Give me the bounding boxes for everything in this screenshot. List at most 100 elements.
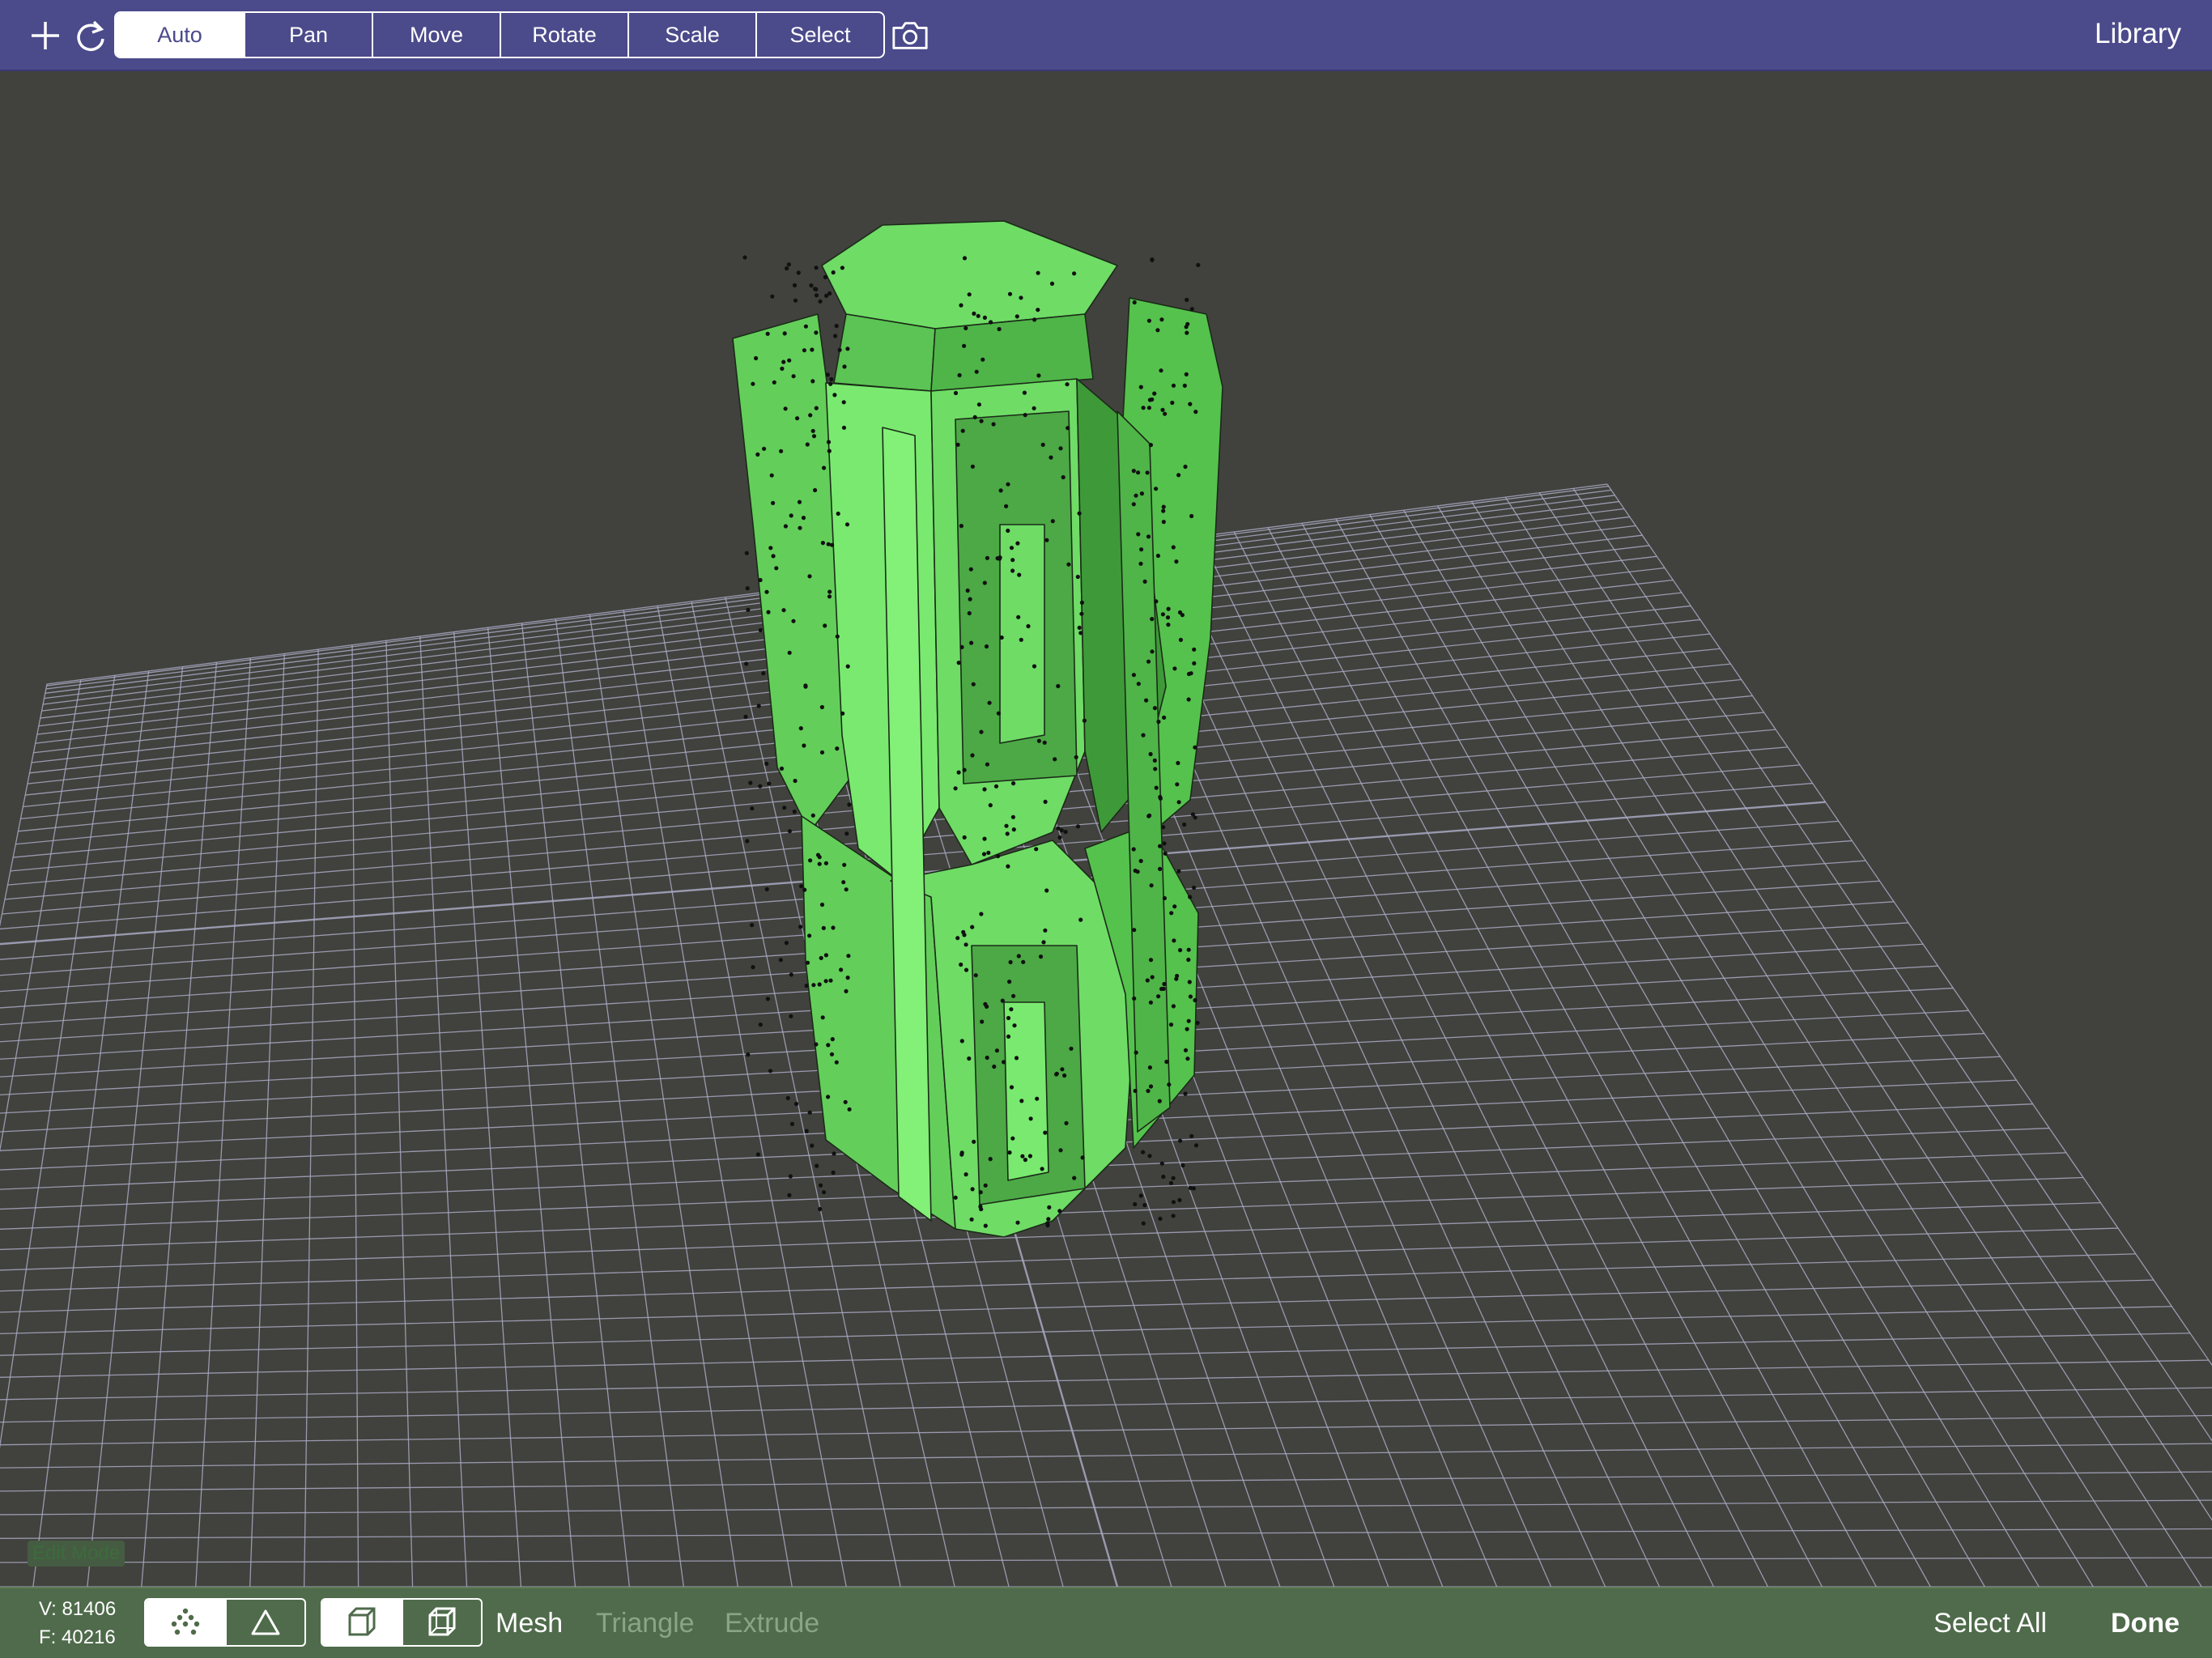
mesh-vertex[interactable] xyxy=(1131,502,1136,507)
mesh-vertex[interactable] xyxy=(810,813,815,818)
mesh-vertex[interactable] xyxy=(1193,410,1198,414)
mesh-vertex[interactable] xyxy=(1186,671,1192,677)
mesh-vertex[interactable] xyxy=(1043,1130,1048,1135)
mesh-vertex[interactable] xyxy=(1007,1150,1012,1155)
mesh-vertex[interactable] xyxy=(1049,281,1055,286)
mesh-vertex[interactable] xyxy=(802,743,806,748)
mesh-vertex[interactable] xyxy=(1172,938,1176,943)
mesh-vertex[interactable] xyxy=(810,379,815,384)
mesh-vertex[interactable] xyxy=(750,806,755,811)
mesh-vertex[interactable] xyxy=(833,334,838,338)
mesh-vertex[interactable] xyxy=(1186,1018,1191,1023)
mesh-vertex[interactable] xyxy=(1026,623,1031,629)
mesh-vertex[interactable] xyxy=(1028,1116,1033,1121)
mesh-vertex[interactable] xyxy=(746,1052,751,1057)
mesh-vertex[interactable] xyxy=(1171,1004,1176,1009)
mesh-vertex[interactable] xyxy=(1155,553,1160,559)
mesh-vertex[interactable] xyxy=(793,298,798,303)
mesh-vertex[interactable] xyxy=(962,835,967,840)
mesh-vertex[interactable] xyxy=(1192,661,1197,666)
mesh-vertex[interactable] xyxy=(1188,1185,1193,1190)
mesh-vertex[interactable] xyxy=(1148,1000,1153,1005)
mesh-vertex[interactable] xyxy=(1188,895,1193,899)
mesh-vertex[interactable] xyxy=(967,1056,972,1061)
mesh-vertex[interactable] xyxy=(1009,1085,1015,1090)
mesh-vertex[interactable] xyxy=(823,623,827,628)
mesh-vertex[interactable] xyxy=(744,551,749,555)
mesh-vertex[interactable] xyxy=(1163,411,1168,416)
mesh-vertex[interactable] xyxy=(998,555,1002,560)
mesh-vertex[interactable] xyxy=(1176,800,1181,805)
mesh-vertex[interactable] xyxy=(976,313,981,318)
mesh-vertex[interactable] xyxy=(1167,1082,1172,1087)
mesh-vertex[interactable] xyxy=(988,803,993,808)
mesh-vertex[interactable] xyxy=(817,855,822,860)
mesh-vertex[interactable] xyxy=(1009,546,1015,551)
mesh-vertex[interactable] xyxy=(826,1043,831,1048)
mesh-vertex[interactable] xyxy=(765,331,770,336)
mesh-vertex[interactable] xyxy=(1036,308,1040,312)
mesh-vertex[interactable] xyxy=(982,580,987,585)
mesh-vertex[interactable] xyxy=(782,331,787,336)
extrude-button[interactable]: Extrude xyxy=(725,1608,819,1639)
mesh-vertex[interactable] xyxy=(1136,682,1141,687)
mesh-vertex[interactable] xyxy=(994,1048,999,1053)
mesh-vertex[interactable] xyxy=(811,983,816,988)
mesh-vertex[interactable] xyxy=(1159,1161,1164,1166)
mesh-vertex[interactable] xyxy=(1023,413,1027,418)
mesh-vertex[interactable] xyxy=(976,402,981,407)
mesh-vertex[interactable] xyxy=(956,661,961,665)
mesh-vertex[interactable] xyxy=(761,671,766,676)
mesh-vertex[interactable] xyxy=(746,607,751,612)
mesh-vertex[interactable] xyxy=(1185,297,1189,302)
mesh-vertex[interactable] xyxy=(1160,612,1165,617)
mesh-vertex[interactable] xyxy=(1072,1175,1077,1180)
mesh-vertex[interactable] xyxy=(992,1064,997,1069)
mesh-vertex[interactable] xyxy=(832,393,837,397)
mesh-vertex[interactable] xyxy=(1159,368,1163,373)
mode-move-button[interactable]: Move xyxy=(372,13,500,57)
mesh-vertex[interactable] xyxy=(1187,980,1192,984)
mesh-vertex[interactable] xyxy=(787,358,792,363)
mesh-vertex[interactable] xyxy=(955,936,960,941)
mesh-vertex[interactable] xyxy=(1175,782,1180,787)
mesh-vertex[interactable] xyxy=(1034,847,1039,852)
mesh-vertex[interactable] xyxy=(963,325,968,330)
mesh-vertex[interactable] xyxy=(748,780,753,785)
mesh-vertex[interactable] xyxy=(1161,504,1166,509)
mesh-vertex[interactable] xyxy=(1192,885,1197,891)
mesh-vertex[interactable] xyxy=(1000,998,1005,1003)
mesh-vertex[interactable] xyxy=(1184,325,1189,329)
mesh-vertex[interactable] xyxy=(797,500,802,504)
mesh-vertex[interactable] xyxy=(979,729,984,734)
mesh-vertex[interactable] xyxy=(1019,295,1023,300)
mesh-vertex[interactable] xyxy=(962,767,967,772)
mesh-vertex[interactable] xyxy=(967,610,972,616)
mesh-vertex[interactable] xyxy=(758,784,763,789)
mesh-vertex[interactable] xyxy=(1171,545,1176,550)
mesh-vertex[interactable] xyxy=(805,960,810,965)
mesh-vertex[interactable] xyxy=(750,923,755,928)
mesh-vertex[interactable] xyxy=(780,366,785,371)
mode-scale-button[interactable]: Scale xyxy=(627,13,755,57)
mesh-vertex[interactable] xyxy=(963,1172,968,1177)
mesh-vertex[interactable] xyxy=(1166,606,1171,611)
mesh-vertex[interactable] xyxy=(779,449,784,453)
mesh-vertex[interactable] xyxy=(781,608,786,613)
mesh-vertex[interactable] xyxy=(1176,869,1181,874)
mesh-vertex[interactable] xyxy=(1164,1059,1169,1065)
mesh-vertex[interactable] xyxy=(772,380,776,385)
mesh-vertex[interactable] xyxy=(827,589,832,594)
solid-cube-icon[interactable] xyxy=(322,1600,402,1645)
mesh-vertex[interactable] xyxy=(788,1174,793,1179)
mesh-vertex[interactable] xyxy=(819,750,825,755)
mesh-vertex[interactable] xyxy=(996,853,1001,859)
mesh-vertex[interactable] xyxy=(1032,664,1037,669)
mesh-vertex[interactable] xyxy=(1032,317,1037,322)
mesh-vertex[interactable] xyxy=(789,1014,793,1018)
mesh-vertex[interactable] xyxy=(786,262,792,267)
mesh-vertex[interactable] xyxy=(1080,1155,1085,1160)
mesh-vertex[interactable] xyxy=(842,862,847,867)
mesh-vertex[interactable] xyxy=(1036,738,1041,743)
mesh-vertex[interactable] xyxy=(999,635,1004,640)
